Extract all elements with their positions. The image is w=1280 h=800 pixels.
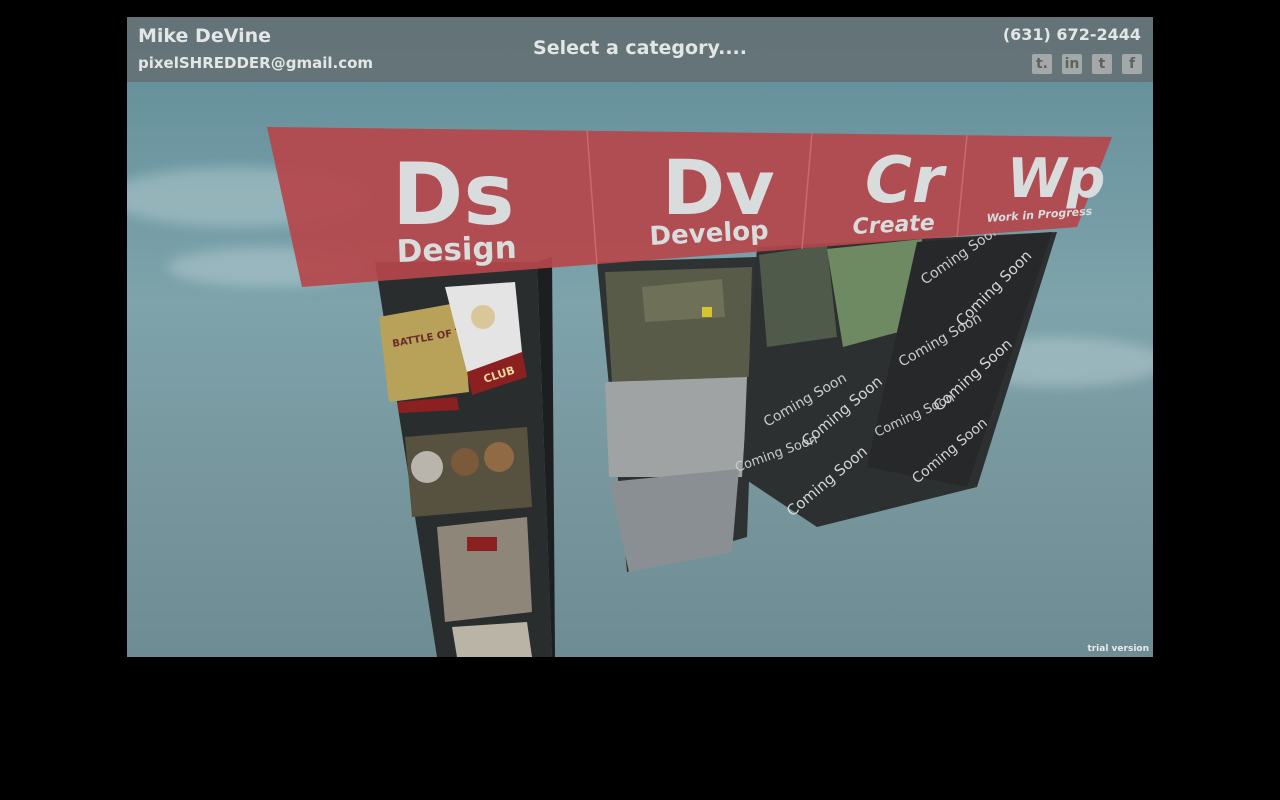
category-create[interactable]: Cr Create <box>852 144 947 240</box>
spreadsheet-screenshot <box>605 377 747 477</box>
game-marker <box>702 307 712 317</box>
wip-abbr: Wp <box>1007 147 1105 210</box>
diagram-screenshot <box>609 469 739 572</box>
kiosk-photo <box>437 517 532 622</box>
header-bar: Mike DeVine pixelSHREDDER@gmail.com Sele… <box>127 17 1153 82</box>
develop-column[interactable] <box>597 257 757 572</box>
category-develop[interactable]: Dv Develop <box>649 143 775 252</box>
portfolio-viewport: BATTLE OF THE BANDS CLUB Coming Soon Com… <box>127 17 1153 657</box>
social-links: t. in t f <box>1032 54 1142 74</box>
character <box>411 451 443 483</box>
twitter-icon[interactable]: t <box>1092 54 1112 74</box>
design-label: Design <box>396 230 517 270</box>
facebook-icon[interactable]: f <box>1122 54 1142 74</box>
page-prompt: Select a category.... <box>533 37 747 59</box>
linkedin-icon[interactable]: in <box>1062 54 1082 74</box>
develop-label: Develop <box>649 216 770 252</box>
character <box>451 448 479 476</box>
video-still-left <box>759 245 837 347</box>
create-label: Create <box>852 211 935 240</box>
phone-number: (631) 672-2444 <box>1002 25 1141 44</box>
character <box>484 442 514 472</box>
kiosk-sign <box>467 537 497 551</box>
design-column[interactable]: BATTLE OF THE BANDS CLUB <box>375 257 555 657</box>
category-design[interactable]: Ds Design <box>392 145 517 270</box>
create-abbr: Cr <box>865 144 947 218</box>
magazine-photo <box>452 622 532 657</box>
tumblr-icon[interactable]: t. <box>1032 54 1052 74</box>
trial-watermark: trial version <box>1087 644 1149 654</box>
category-scene: BATTLE OF THE BANDS CLUB Coming Soon Com… <box>267 127 1112 657</box>
tshirt-graphic <box>471 305 495 329</box>
